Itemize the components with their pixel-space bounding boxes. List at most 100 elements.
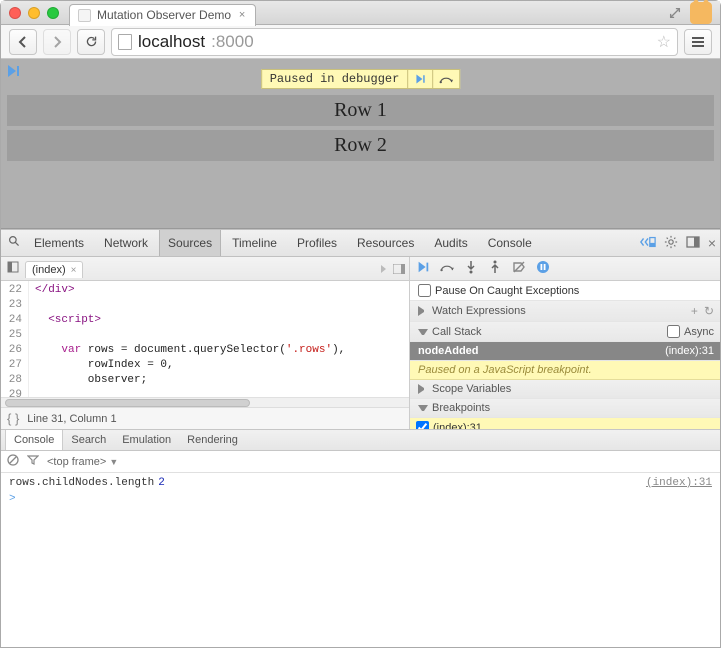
- url-bar[interactable]: localhost:8000 ☆: [111, 28, 678, 56]
- banner-step-button[interactable]: [433, 70, 459, 88]
- debugger-panel: Pause On Caught Exceptions Watch Express…: [410, 257, 720, 429]
- callstack-label: Call Stack: [432, 326, 482, 338]
- viewport: Paused in debugger Row 1 Row 2: [1, 59, 720, 229]
- close-window-button[interactable]: [9, 7, 21, 19]
- async-label: Async: [684, 326, 714, 338]
- scope-label: Scope Variables: [432, 383, 511, 395]
- console-prompt[interactable]: >: [9, 491, 712, 507]
- drawer-tabs: Console Search Emulation Rendering: [1, 429, 720, 451]
- devtools: Elements Network Sources Timeline Profil…: [1, 229, 720, 649]
- callstack-frame[interactable]: nodeAdded (index):31: [410, 342, 720, 361]
- banner-resume-button[interactable]: [408, 70, 433, 88]
- source-toolbar-right: [379, 264, 405, 274]
- favicon-icon: [78, 9, 91, 22]
- back-button[interactable]: [9, 29, 37, 55]
- debugger-sections: Pause On Caught Exceptions Watch Express…: [410, 281, 720, 429]
- content-row: Row 2: [7, 130, 714, 161]
- page-resume-icon[interactable]: [5, 63, 21, 79]
- inspect-icon[interactable]: [5, 235, 23, 251]
- resume-button[interactable]: [416, 260, 430, 277]
- breakpoint-title: (index):31: [433, 422, 482, 430]
- frame-label: <top frame>: [47, 456, 106, 468]
- settings-gear-icon[interactable]: [664, 235, 678, 252]
- pause-caught-row[interactable]: Pause On Caught Exceptions: [410, 281, 720, 301]
- extension-icon[interactable]: [690, 2, 712, 24]
- content-row: Row 1: [7, 95, 714, 126]
- chevron-right-icon: >: [9, 493, 16, 505]
- add-watch-icon[interactable]: +: [691, 304, 698, 318]
- reload-button[interactable]: [77, 29, 105, 55]
- popout-icon[interactable]: [668, 6, 682, 20]
- refresh-watch-icon[interactable]: ↻: [704, 304, 714, 318]
- tab-network[interactable]: Network: [95, 230, 157, 256]
- sidebar-toggle-icon[interactable]: [393, 264, 405, 274]
- step-out-button[interactable]: [488, 260, 502, 277]
- tab-elements[interactable]: Elements: [25, 230, 93, 256]
- disclosure-right-icon: [418, 306, 428, 316]
- horizontal-scrollbar[interactable]: [1, 397, 409, 407]
- console-output[interactable]: rows.childNodes.length 2 (index):31 >: [1, 473, 720, 649]
- tab-profiles[interactable]: Profiles: [288, 230, 346, 256]
- debugger-toolbar: [410, 257, 720, 281]
- drawer-tab-rendering[interactable]: Rendering: [179, 430, 246, 450]
- tab-timeline[interactable]: Timeline: [223, 230, 286, 256]
- sources-panel: (index) × 222324252627282930313233343536…: [1, 257, 410, 429]
- watch-section[interactable]: Watch Expressions + ↻: [410, 301, 720, 322]
- breakpoint-item[interactable]: (index):31 console.log("rows.childNodes.…: [410, 418, 720, 429]
- async-checkbox[interactable]: [667, 325, 680, 338]
- file-tab-close-icon[interactable]: ×: [71, 265, 77, 276]
- browser-tab[interactable]: Mutation Observer Demo ×: [69, 4, 256, 26]
- minimize-window-button[interactable]: [28, 7, 40, 19]
- deactivate-breakpoints-button[interactable]: [512, 260, 526, 277]
- url-host: localhost: [138, 32, 205, 52]
- source-file-tab[interactable]: (index) ×: [25, 261, 83, 278]
- log-value: 2: [158, 477, 165, 489]
- log-source-link[interactable]: (index):31: [646, 477, 712, 489]
- line-gutter[interactable]: 22232425262728293031323334353637: [1, 281, 29, 397]
- disclosure-right-icon: [418, 384, 428, 394]
- zoom-window-button[interactable]: [47, 7, 59, 19]
- filter-icon[interactable]: [27, 455, 39, 468]
- step-over-button[interactable]: [440, 260, 454, 277]
- callstack-section[interactable]: Call Stack Async: [410, 322, 720, 342]
- code-editor[interactable]: 22232425262728293031323334353637 </div> …: [1, 281, 409, 397]
- pretty-print-icon[interactable]: { }: [7, 411, 19, 426]
- paused-banner: Paused in debugger: [261, 69, 461, 89]
- tab-sources[interactable]: Sources: [159, 230, 221, 256]
- frame-select[interactable]: <top frame> ▼: [47, 456, 118, 468]
- paused-message: Paused in debugger: [262, 70, 409, 88]
- pause-exceptions-button[interactable]: [536, 260, 550, 277]
- watch-label: Watch Expressions: [432, 305, 526, 317]
- menu-button[interactable]: [684, 29, 712, 55]
- frame-name: nodeAdded: [418, 345, 479, 357]
- clear-console-icon[interactable]: [7, 454, 19, 469]
- breakpoints-section[interactable]: Breakpoints: [410, 399, 720, 418]
- drawer-tab-emulation[interactable]: Emulation: [114, 430, 179, 450]
- step-into-button[interactable]: [464, 260, 478, 277]
- forward-button[interactable]: [43, 29, 71, 55]
- source-status-bar: { } Line 31, Column 1: [1, 407, 409, 429]
- drawer-tab-console[interactable]: Console: [5, 430, 63, 450]
- traffic-lights: [9, 7, 59, 19]
- console-toolbar: <top frame> ▼: [1, 451, 720, 473]
- tab-audits[interactable]: Audits: [425, 230, 476, 256]
- drawer-tab-search[interactable]: Search: [63, 430, 114, 450]
- scope-section[interactable]: Scope Variables: [410, 380, 720, 399]
- toggle-drawer-icon[interactable]: [640, 236, 656, 251]
- pause-reason: Paused on a JavaScript breakpoint.: [410, 361, 720, 380]
- disclosure-down-icon: [418, 405, 428, 415]
- format-icon[interactable]: [379, 264, 389, 274]
- navigator-toggle-icon[interactable]: [5, 261, 21, 276]
- dock-icon[interactable]: [686, 236, 700, 251]
- tab-resources[interactable]: Resources: [348, 230, 423, 256]
- breakpoint-checkbox[interactable]: [416, 421, 429, 429]
- pause-caught-checkbox[interactable]: [418, 284, 431, 297]
- tab-console[interactable]: Console: [479, 230, 541, 256]
- breakpoints-label: Breakpoints: [432, 402, 490, 414]
- console-log-line: rows.childNodes.length 2 (index):31: [9, 475, 712, 491]
- devtools-close-icon[interactable]: ×: [708, 235, 716, 251]
- bookmark-star-icon[interactable]: ☆: [657, 32, 671, 52]
- tab-close-icon[interactable]: ×: [237, 10, 247, 20]
- disclosure-down-icon: [418, 329, 428, 339]
- code-lines: </div> <script> var rows = document.quer…: [29, 281, 409, 397]
